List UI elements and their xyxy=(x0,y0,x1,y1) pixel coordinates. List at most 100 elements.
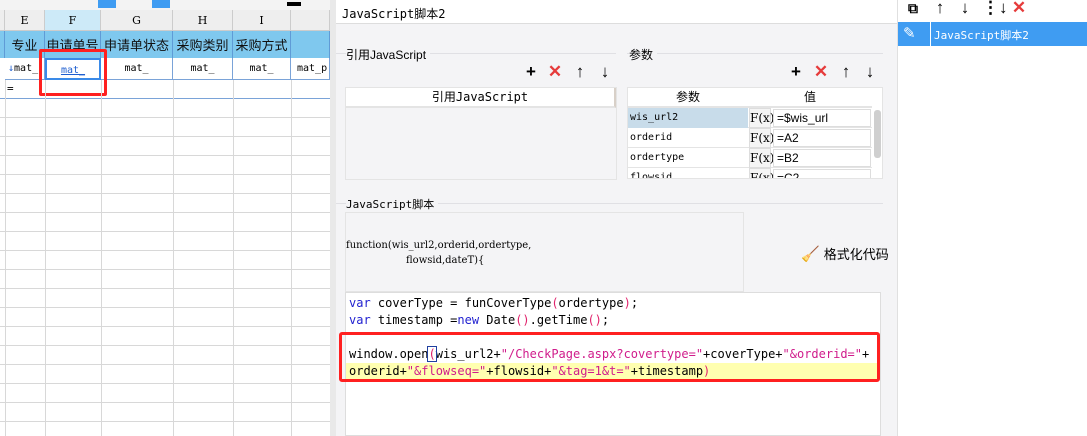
move-down-button[interactable]: ↓ xyxy=(955,0,975,18)
grid-line xyxy=(0,117,330,118)
grid-line xyxy=(173,80,174,436)
column-header-g[interactable]: G xyxy=(101,10,173,31)
header-cell[interactable] xyxy=(291,31,330,58)
delete-button[interactable]: ✕ xyxy=(1009,0,1029,18)
divider xyxy=(627,53,883,54)
grid-line xyxy=(233,80,234,436)
plus-icon: + xyxy=(791,62,801,81)
data-cell[interactable]: mat_ xyxy=(101,58,173,80)
function-signature: function(wis_url2,orderid,ordertype, flo… xyxy=(345,212,744,292)
broom-icon: 🧹 xyxy=(801,245,820,263)
move-to-bottom-button[interactable]: ⋮↓ xyxy=(982,0,1008,18)
align-top-button[interactable] xyxy=(98,0,116,8)
plus-icon: + xyxy=(526,62,536,81)
params-scrollbar[interactable] xyxy=(874,110,881,158)
grid-line xyxy=(0,155,330,156)
column-header-h[interactable]: H xyxy=(173,10,233,31)
param-value-input[interactable]: =$wis_url xyxy=(773,109,871,127)
javascript-dialog: JavaScript脚本2 引用JavaScript + ✕ ↑ ↓ 引用Jav… xyxy=(336,0,897,436)
move-up-button[interactable]: ↑ xyxy=(930,0,950,18)
formula-fx-button[interactable]: F(x) xyxy=(749,168,774,178)
column-header-f[interactable]: F xyxy=(45,10,101,31)
color-swatch[interactable] xyxy=(287,2,301,6)
delete-param-button[interactable]: ✕ xyxy=(811,62,831,82)
grid-line xyxy=(0,383,330,384)
param-value-input[interactable]: =B2 xyxy=(773,149,871,167)
signature-line: function(wis_url2,orderid,ordertype, xyxy=(346,240,532,251)
format-code-label: 格式化代码 xyxy=(823,247,889,262)
grid-line xyxy=(0,269,330,270)
close-icon: ✕ xyxy=(547,62,563,81)
dialog-title: JavaScript脚本2 xyxy=(336,0,897,24)
data-cell[interactable]: mat_ xyxy=(233,58,291,80)
ref-js-column-header: 引用JavaScript xyxy=(346,88,616,108)
script-group-label: JavaScript脚本 xyxy=(346,196,439,212)
list-item-selected[interactable]: ✎ JavaScript脚本2 xyxy=(898,22,1087,46)
param-name[interactable]: ordertype xyxy=(628,148,748,168)
param-name[interactable]: wis_url2 xyxy=(628,108,748,128)
arrow-up-icon: ↑ xyxy=(841,62,851,81)
param-value-input[interactable]: =C2 xyxy=(773,169,871,178)
grid-line xyxy=(45,80,46,436)
column-header-i[interactable]: I xyxy=(233,10,291,31)
ref-js-group-label: 引用JavaScript xyxy=(346,46,431,63)
code-line: var timestamp =new Date().getTime(); xyxy=(349,313,610,327)
param-row[interactable]: flowsid F(x) =C2 xyxy=(628,168,872,178)
header-cell-purchase-type[interactable]: 采购类别 xyxy=(173,31,233,58)
grid-line xyxy=(0,345,330,346)
param-row[interactable]: ordertype F(x) =B2 xyxy=(628,148,872,168)
formula-fx-button[interactable]: F(x) xyxy=(749,108,774,128)
data-cell[interactable]: mat_ xyxy=(173,58,233,80)
data-cell[interactable]: mat_p xyxy=(291,58,330,80)
grid-line xyxy=(0,288,330,289)
grid-line xyxy=(0,98,330,99)
param-value-input[interactable]: =A2 xyxy=(773,129,871,147)
grid-line xyxy=(101,80,102,436)
add-param-button[interactable]: + xyxy=(786,62,806,82)
align-center-button[interactable] xyxy=(152,0,170,8)
list-item-label: JavaScript脚本2 xyxy=(934,29,1029,42)
params-table[interactable]: 参数 值 wis_url2 F(x) =$wis_url orderid F(x… xyxy=(627,87,883,179)
grid-line xyxy=(5,80,6,436)
params-group-label: 参数 xyxy=(629,46,658,63)
add-ref-button[interactable]: + xyxy=(521,62,541,82)
param-name[interactable]: orderid xyxy=(628,128,748,148)
ref-js-table[interactable]: 引用JavaScript xyxy=(345,87,617,180)
move-down-param-button[interactable]: ↓ xyxy=(860,62,880,82)
edit-pencil-icon: ✎ xyxy=(903,25,916,42)
arrow-down-icon: ↓ xyxy=(600,62,610,81)
delete-ref-button[interactable]: ✕ xyxy=(545,62,565,82)
param-value-header: 值 xyxy=(748,88,872,108)
spreadsheet[interactable]: E F G H I 专业 申请单号 申请单状态 采购类别 采购方式 ↓mat_ … xyxy=(0,0,336,436)
param-row[interactable]: wis_url2 F(x) =$wis_url xyxy=(628,108,872,128)
param-row[interactable]: orderid F(x) =A2 xyxy=(628,128,872,148)
copy-icon[interactable]: ⧉ xyxy=(903,0,923,17)
arrow-up-icon: ↑ xyxy=(575,62,585,81)
grid-line xyxy=(0,421,330,422)
close-icon: ✕ xyxy=(813,62,829,81)
format-code-button[interactable]: 🧹 格式化代码 xyxy=(801,244,889,263)
code-line: var coverType = funCoverType(ordertype); xyxy=(349,296,639,310)
formula-cell[interactable]: = xyxy=(7,80,14,97)
annotation-highlight-box xyxy=(39,49,107,96)
header-cell-purchase-method[interactable]: 采购方式 xyxy=(233,31,291,58)
grid-line xyxy=(0,136,330,137)
grid-line xyxy=(291,80,292,436)
grid-line xyxy=(0,307,330,308)
column-header-e[interactable]: E xyxy=(5,10,45,31)
formula-fx-button[interactable]: F(x) xyxy=(749,128,774,148)
header-cell-order-status[interactable]: 申请单状态 xyxy=(101,31,173,58)
format-toolbar xyxy=(0,0,336,10)
annotation-highlight-box xyxy=(339,332,880,382)
divider xyxy=(930,22,931,46)
grid-line xyxy=(0,231,330,232)
move-up-ref-button[interactable]: ↑ xyxy=(570,62,590,82)
param-name[interactable]: flowsid xyxy=(628,168,748,178)
formula-fx-button[interactable]: F(x) xyxy=(749,148,774,168)
move-up-param-button[interactable]: ↑ xyxy=(836,62,856,82)
move-down-ref-button[interactable]: ↓ xyxy=(595,62,615,82)
grid-line xyxy=(0,193,330,194)
grid-line xyxy=(0,402,330,403)
column-header-j[interactable] xyxy=(291,10,330,31)
grid-line xyxy=(0,326,330,327)
